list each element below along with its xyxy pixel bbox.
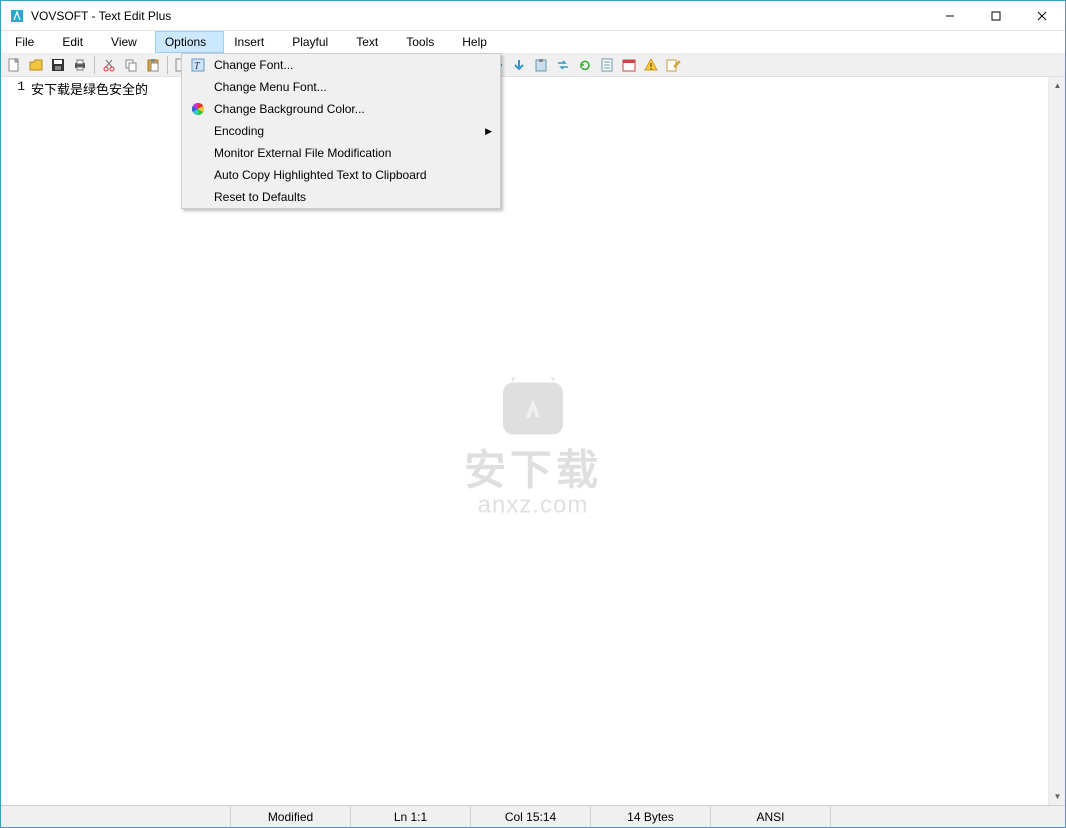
calendar-icon[interactable] xyxy=(618,54,640,76)
line-number-gutter: 1 xyxy=(1,77,29,805)
toolbar-separator xyxy=(167,56,168,74)
menu-insert[interactable]: Insert xyxy=(224,31,282,53)
close-button[interactable] xyxy=(1019,1,1065,31)
menu-change-menu-font[interactable]: Change Menu Font... xyxy=(182,76,500,98)
cut-icon[interactable] xyxy=(98,54,120,76)
menu-bar: File Edit View Options Insert Playful Te… xyxy=(1,31,1065,53)
menu-change-background-color[interactable]: Change Background Color... xyxy=(182,98,500,120)
status-col: Col 15:14 xyxy=(471,806,591,827)
save-icon[interactable] xyxy=(47,54,69,76)
scroll-down-arrow-icon[interactable]: ▼ xyxy=(1049,788,1066,805)
editor-line-content: 安下载是绿色安全的 xyxy=(31,82,148,97)
clipboard-icon[interactable] xyxy=(530,54,552,76)
refresh-icon[interactable] xyxy=(574,54,596,76)
menu-tools[interactable]: Tools xyxy=(396,31,452,53)
menu-help[interactable]: Help xyxy=(452,31,505,53)
status-bytes: 14 Bytes xyxy=(591,806,711,827)
status-empty xyxy=(1,806,231,827)
menu-item-label: Change Background Color... xyxy=(214,102,365,116)
menu-item-label: Change Font... xyxy=(214,58,293,72)
title-bar: VOVSOFT - Text Edit Plus xyxy=(1,1,1065,31)
submenu-arrow-icon: ▶ xyxy=(485,126,492,137)
print-icon[interactable] xyxy=(69,54,91,76)
vertical-scrollbar[interactable]: ▲ ▼ xyxy=(1048,77,1065,805)
minimize-button[interactable] xyxy=(927,1,973,31)
blank-icon xyxy=(188,189,208,205)
status-encoding: ANSI xyxy=(711,806,831,827)
copy-icon[interactable] xyxy=(120,54,142,76)
menu-text[interactable]: Text xyxy=(346,31,396,53)
maximize-button[interactable] xyxy=(973,1,1019,31)
blank-icon xyxy=(188,79,208,95)
menu-options[interactable]: Options xyxy=(155,31,224,53)
menu-view[interactable]: View xyxy=(101,31,155,53)
menu-item-label: Monitor External File Modification xyxy=(214,146,391,160)
menu-item-label: Reset to Defaults xyxy=(214,190,306,204)
menu-change-font[interactable]: T Change Font... xyxy=(182,54,500,76)
blank-icon xyxy=(188,145,208,161)
toolbar-separator xyxy=(94,56,95,74)
options-dropdown: T Change Font... Change Menu Font... Cha… xyxy=(181,53,501,209)
warning-icon[interactable] xyxy=(640,54,662,76)
menu-item-label: Auto Copy Highlighted Text to Clipboard xyxy=(214,168,427,182)
blank-icon xyxy=(188,123,208,139)
menu-edit[interactable]: Edit xyxy=(52,31,101,53)
window-title: VOVSOFT - Text Edit Plus xyxy=(31,9,171,23)
new-file-icon[interactable] xyxy=(3,54,25,76)
status-line: Ln 1:1 xyxy=(351,806,471,827)
menu-item-label: Change Menu Font... xyxy=(214,80,327,94)
line-number: 1 xyxy=(1,79,25,94)
blank-icon xyxy=(188,167,208,183)
menu-file[interactable]: File xyxy=(5,31,52,53)
menu-item-label: Encoding xyxy=(214,124,264,138)
app-icon xyxy=(9,8,25,24)
scroll-up-arrow-icon[interactable]: ▲ xyxy=(1049,77,1066,94)
editor-area: 1 安下载是绿色安全的 ▲ ▼ 安下载 anxz.com xyxy=(1,77,1065,805)
document-icon[interactable] xyxy=(596,54,618,76)
menu-auto-copy[interactable]: Auto Copy Highlighted Text to Clipboard xyxy=(182,164,500,186)
font-icon: T xyxy=(188,57,208,73)
window-controls xyxy=(927,1,1065,31)
status-modified: Modified xyxy=(231,806,351,827)
menu-encoding[interactable]: Encoding ▶ xyxy=(182,120,500,142)
edit-icon[interactable] xyxy=(662,54,684,76)
status-bar: Modified Ln 1:1 Col 15:14 14 Bytes ANSI xyxy=(1,805,1065,827)
paste-icon[interactable] xyxy=(142,54,164,76)
open-file-icon[interactable] xyxy=(25,54,47,76)
color-wheel-icon xyxy=(188,101,208,117)
menu-playful[interactable]: Playful xyxy=(282,31,346,53)
menu-monitor-external[interactable]: Monitor External File Modification xyxy=(182,142,500,164)
arrow-down-icon[interactable] xyxy=(508,54,530,76)
toolbar xyxy=(1,53,1065,77)
status-filler xyxy=(831,806,1065,827)
replace-icon[interactable] xyxy=(552,54,574,76)
menu-reset-defaults[interactable]: Reset to Defaults xyxy=(182,186,500,208)
